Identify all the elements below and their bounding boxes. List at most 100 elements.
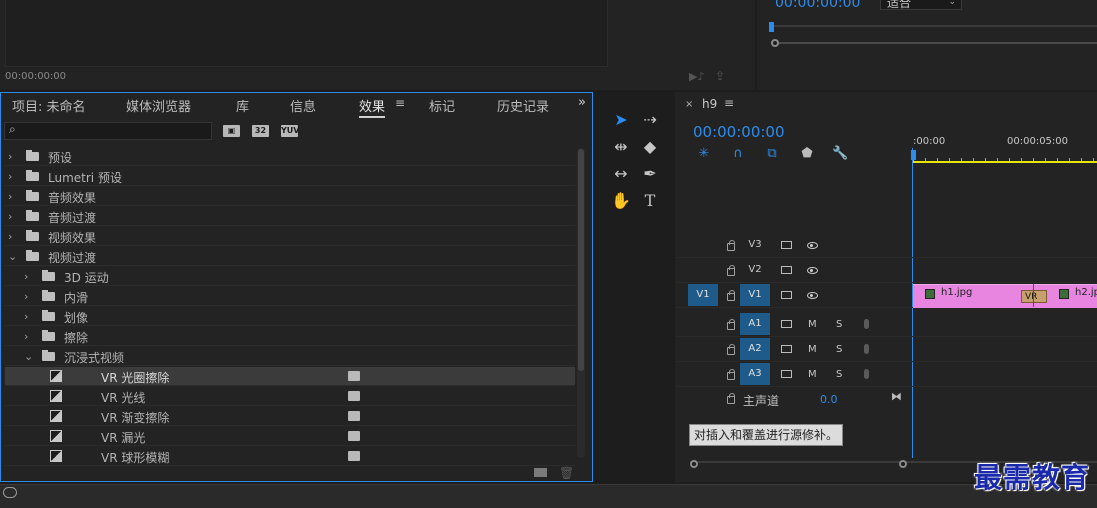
chevron-right-icon[interactable]: › bbox=[8, 150, 12, 163]
nest-toggle-icon[interactable]: ✳ bbox=[696, 146, 712, 162]
vr-transition[interactable]: VR bbox=[1021, 290, 1047, 303]
32bit-filter-icon[interactable]: 32 bbox=[252, 125, 269, 137]
effect-item[interactable]: VR 球形模糊 bbox=[5, 447, 575, 466]
effects-search-input[interactable]: ⌕ bbox=[4, 122, 212, 140]
export-frame-icon[interactable]: ⇪ bbox=[715, 69, 725, 83]
tab-project[interactable]: 项目: 未命名 bbox=[12, 96, 86, 115]
mute-button[interactable]: M bbox=[808, 369, 817, 380]
tab-info[interactable]: 信息 bbox=[290, 96, 316, 115]
delete-icon[interactable]: 🗑 bbox=[559, 466, 574, 480]
chevron-down-icon[interactable]: ⌄ bbox=[8, 250, 17, 263]
solo-button[interactable]: S bbox=[836, 319, 842, 330]
lock-icon[interactable] bbox=[727, 319, 735, 330]
effect-item[interactable]: VR 光圈擦除 bbox=[5, 367, 575, 386]
chevron-right-icon[interactable]: › bbox=[24, 290, 28, 303]
effect-item[interactable]: VR 渐变擦除 bbox=[5, 407, 575, 426]
tree-folder-item[interactable]: ⌄ 视频过渡 bbox=[5, 247, 575, 266]
lock-icon[interactable] bbox=[727, 369, 735, 380]
tab-effects[interactable]: 效果 bbox=[359, 96, 386, 118]
lock-icon[interactable] bbox=[727, 344, 735, 355]
linked-selection-icon[interactable]: ⧉ bbox=[764, 146, 780, 162]
sync-lock-icon[interactable] bbox=[781, 320, 792, 328]
wrench-icon[interactable]: 🔧 bbox=[832, 146, 848, 162]
timeline-zoom-handle-left[interactable] bbox=[690, 460, 698, 468]
chevron-right-icon[interactable]: › bbox=[8, 230, 12, 243]
track-target-v1[interactable]: V1 bbox=[740, 284, 770, 306]
sync-lock-icon[interactable] bbox=[781, 291, 792, 299]
tree-folder-item[interactable]: › 预设 bbox=[5, 147, 575, 166]
timeline-zoom-handle-right[interactable] bbox=[899, 460, 907, 468]
mute-button[interactable]: M bbox=[808, 319, 817, 330]
yuv-filter-icon[interactable]: YUV bbox=[281, 125, 299, 137]
sequence-tab[interactable]: h9 bbox=[702, 97, 717, 111]
microphone-icon[interactable] bbox=[864, 369, 869, 379]
fit-select[interactable]: 适合 ⌄ bbox=[880, 0, 962, 10]
track-target-a3[interactable]: A3 bbox=[740, 363, 770, 385]
razor-tool-icon[interactable]: ◆ bbox=[638, 136, 662, 158]
ripple-edit-tool-icon[interactable]: ⇹ bbox=[609, 136, 633, 158]
chevron-right-icon[interactable]: › bbox=[8, 170, 12, 183]
track-select-tool-icon[interactable]: ⇢ bbox=[638, 109, 662, 131]
chevron-right-icon[interactable]: › bbox=[24, 310, 28, 323]
lock-icon[interactable] bbox=[727, 393, 735, 404]
chevron-right-icon[interactable]: › bbox=[8, 210, 12, 223]
cloud-sync-icon[interactable] bbox=[3, 487, 17, 498]
new-bin-icon[interactable] bbox=[534, 468, 547, 477]
tree-folder-item[interactable]: › 音频效果 bbox=[5, 187, 575, 206]
source-timecode[interactable]: 00:00:00:00 bbox=[5, 71, 66, 82]
lock-icon[interactable] bbox=[727, 265, 735, 276]
sync-lock-icon[interactable] bbox=[781, 370, 792, 378]
sequence-menu-icon[interactable]: ≡ bbox=[724, 96, 734, 110]
effect-item[interactable]: VR 漏光 bbox=[5, 427, 575, 446]
tree-folder-item[interactable]: › 内滑 bbox=[5, 287, 575, 306]
effect-item[interactable]: VR 光线 bbox=[5, 387, 575, 406]
tree-folder-item[interactable]: ⌄ 沉浸式视频 bbox=[5, 347, 575, 366]
track-target-v2[interactable]: V2 bbox=[740, 259, 770, 281]
slip-tool-icon[interactable]: ↔ bbox=[609, 163, 633, 185]
pen-tool-icon[interactable]: ✒ bbox=[638, 163, 662, 185]
mute-button[interactable]: M bbox=[808, 344, 817, 355]
track-target-a1[interactable]: A1 bbox=[740, 313, 770, 335]
sync-lock-icon[interactable] bbox=[781, 266, 792, 274]
tree-folder-item[interactable]: › Lumetri 预设 bbox=[5, 167, 575, 186]
tree-folder-item[interactable]: › 视频效果 bbox=[5, 227, 575, 246]
zoom-handle-left[interactable] bbox=[771, 39, 779, 47]
master-volume-value[interactable]: 0.0 bbox=[820, 393, 838, 406]
eye-icon[interactable] bbox=[807, 267, 818, 274]
selection-tool-icon[interactable]: ➤ bbox=[609, 109, 633, 131]
close-icon[interactable]: × bbox=[685, 99, 693, 110]
hand-tool-icon[interactable]: ✋ bbox=[609, 190, 633, 212]
clip-edit-point[interactable] bbox=[1033, 284, 1034, 307]
track-target-v3[interactable]: V3 bbox=[740, 234, 770, 256]
go-to-in-out-icon[interactable]: ⧓ bbox=[891, 390, 902, 403]
lock-icon[interactable] bbox=[727, 240, 735, 251]
source-patch-v1[interactable]: V1 bbox=[688, 284, 718, 306]
tree-folder-item[interactable]: › 音频过渡 bbox=[5, 207, 575, 226]
program-playhead[interactable] bbox=[769, 22, 774, 32]
effects-scrollbar-thumb[interactable] bbox=[578, 149, 584, 371]
chevron-down-icon[interactable]: ⌄ bbox=[24, 350, 33, 363]
timeline-timecode[interactable]: 00:00:00:00 bbox=[693, 123, 785, 141]
work-area-bar[interactable] bbox=[913, 161, 1097, 163]
chevron-right-icon[interactable]: › bbox=[24, 330, 28, 343]
solo-button[interactable]: S bbox=[836, 344, 842, 355]
program-zoom-scrollbar[interactable] bbox=[773, 42, 1097, 44]
add-marker-icon[interactable]: ⬟ bbox=[799, 146, 815, 162]
snap-magnet-icon[interactable]: ∩ bbox=[730, 146, 746, 162]
program-scrub-bar[interactable] bbox=[770, 25, 1097, 27]
audio-only-icon[interactable]: ▶♪ bbox=[689, 70, 704, 83]
lock-icon[interactable] bbox=[727, 290, 735, 301]
tree-folder-item[interactable]: › 3D 运动 bbox=[5, 267, 575, 286]
playhead-head[interactable] bbox=[911, 150, 916, 160]
chevron-right-icon[interactable]: › bbox=[24, 270, 28, 283]
tree-folder-item[interactable]: › 划像 bbox=[5, 307, 575, 326]
program-timecode[interactable]: 00:00:00:00 bbox=[775, 0, 860, 11]
panel-menu-icon[interactable]: ≡ bbox=[395, 96, 405, 110]
time-ruler[interactable]: :00:00 00:00:05:00 bbox=[913, 132, 1097, 162]
eye-icon[interactable] bbox=[807, 242, 818, 249]
tab-media-browser[interactable]: 媒体浏览器 bbox=[126, 96, 191, 115]
tab-markers[interactable]: 标记 bbox=[429, 96, 455, 115]
tree-folder-item[interactable]: › 擦除 bbox=[5, 327, 575, 346]
eye-icon[interactable] bbox=[807, 292, 818, 299]
tabs-overflow-icon[interactable]: » bbox=[578, 95, 586, 110]
